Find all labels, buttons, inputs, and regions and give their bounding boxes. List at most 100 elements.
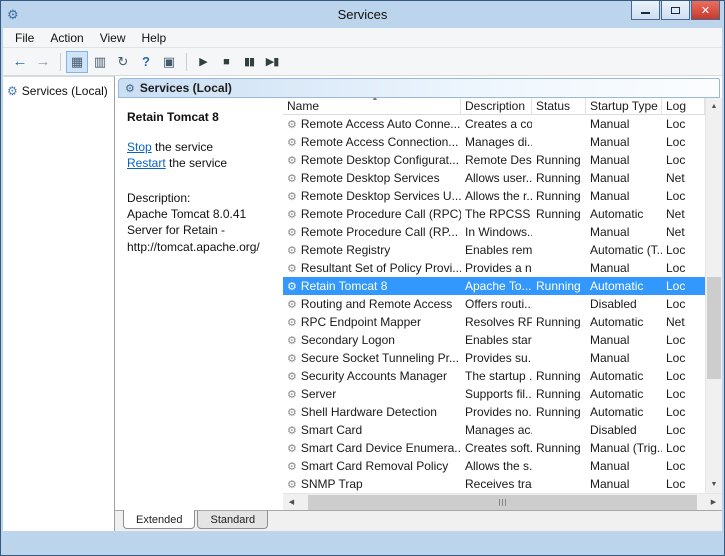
export-list-button[interactable]: ▥	[89, 51, 111, 73]
service-startup-type-cell: Manual	[586, 117, 662, 131]
pause-service-button[interactable]: ▮▮	[238, 51, 260, 73]
service-gear-icon: ⚙	[287, 208, 297, 221]
service-name-cell: Remote Desktop Services U...	[301, 189, 461, 203]
vertical-scrollbar[interactable]: ▲ ▼	[705, 98, 722, 493]
table-row[interactable]: ⚙ Remote Access Connection... Manages di…	[283, 133, 705, 151]
scroll-up-arrow[interactable]: ▲	[706, 98, 722, 115]
service-startup-type-cell: Manual	[586, 225, 662, 239]
service-startup-type-cell: Disabled	[586, 297, 662, 311]
service-description-cell: Allows user...	[461, 171, 532, 185]
table-row[interactable]: ⚙ Security Accounts Manager The startup …	[283, 367, 705, 385]
restart-service-link[interactable]: Restart	[127, 156, 166, 170]
tree-item-services-local[interactable]: ⚙ Services (Local)	[3, 82, 114, 100]
table-row[interactable]: ⚙ RPC Endpoint Mapper Resolves RP... Run…	[283, 313, 705, 331]
service-startup-type-cell: Manual	[586, 351, 662, 365]
service-gear-icon: ⚙	[287, 136, 297, 149]
table-row[interactable]: ⚙ Remote Procedure Call (RP... In Window…	[283, 223, 705, 241]
horizontal-scroll-thumb[interactable]	[308, 495, 697, 510]
menu-file[interactable]: File	[7, 29, 42, 47]
service-description-cell: Manages ac...	[461, 423, 532, 437]
service-description-cell: The RPCSS ...	[461, 207, 532, 221]
service-name-cell: Retain Tomcat 8	[301, 279, 388, 293]
vertical-scroll-thumb[interactable]	[707, 277, 721, 378]
service-name-cell: Resultant Set of Policy Provi...	[301, 261, 461, 275]
service-gear-icon: ⚙	[287, 244, 297, 257]
service-description-cell: Provides a n...	[461, 261, 532, 275]
service-status-cell: Running	[532, 279, 586, 293]
horizontal-scrollbar[interactable]: ◀ ▶	[283, 493, 722, 510]
scroll-right-arrow[interactable]: ▶	[705, 494, 722, 511]
table-row[interactable]: ⚙ Remote Registry Enables rem... Automat…	[283, 241, 705, 259]
scroll-grip	[502, 499, 503, 506]
properties-button[interactable]: ▣	[158, 51, 180, 73]
close-button[interactable]: ✕	[691, 1, 720, 20]
service-log-on-as-cell: Net	[662, 315, 705, 329]
menu-view[interactable]: View	[92, 29, 134, 47]
scroll-down-arrow[interactable]: ▼	[706, 476, 722, 493]
service-log-on-as-cell: Net	[662, 225, 705, 239]
table-row[interactable]: ⚙ Remote Desktop Configurat... Remote De…	[283, 151, 705, 169]
table-row[interactable]: ⚙ Remote Desktop Services U... Allows th…	[283, 187, 705, 205]
minimize-button[interactable]	[631, 1, 660, 20]
column-header-log-on-as[interactable]: Log	[662, 98, 705, 114]
service-log-on-as-cell: Loc	[662, 387, 705, 401]
pane-header: ⚙ Services (Local)	[118, 78, 720, 98]
maximize-button[interactable]	[661, 1, 690, 20]
table-row[interactable]: ⚙ Shell Hardware Detection Provides no..…	[283, 403, 705, 421]
console-tree-pane: ⚙ Services (Local)	[3, 76, 115, 531]
tab-extended[interactable]: Extended	[123, 510, 195, 529]
table-row[interactable]: ⚙ Remote Procedure Call (RPC) The RPCSS …	[283, 205, 705, 223]
table-row[interactable]: ⚙ Routing and Remote Access Offers routi…	[283, 295, 705, 313]
table-row[interactable]: ⚙ Smart Card Device Enumera... Creates s…	[283, 439, 705, 457]
service-gear-icon: ⚙	[287, 370, 297, 383]
start-service-button[interactable]: ▶	[192, 51, 214, 73]
show-console-tree-button[interactable]: ▦	[66, 51, 88, 73]
service-name-cell: Security Accounts Manager	[301, 369, 447, 383]
service-name-cell: Remote Access Connection...	[301, 135, 458, 149]
table-row[interactable]: ⚙ Remote Desktop Services Allows user...…	[283, 169, 705, 187]
view-tabs: Extended Standard	[115, 510, 722, 531]
stop-service-button[interactable]: ■	[215, 51, 237, 73]
table-row[interactable]: ⚙ SNMP Trap Receives tra... Manual Loc	[283, 475, 705, 493]
service-startup-type-cell: Automatic	[586, 387, 662, 401]
table-row[interactable]: ⚙ Smart Card Removal Policy Allows the s…	[283, 457, 705, 475]
services-window: ⚙ Services ✕ File Action View Help ←→▦▥↻…	[0, 0, 725, 556]
table-row[interactable]: ⚙ Resultant Set of Policy Provi... Provi…	[283, 259, 705, 277]
service-gear-icon: ⚙	[287, 190, 297, 203]
stop-service-link[interactable]: Stop	[127, 140, 152, 154]
menu-action[interactable]: Action	[42, 29, 91, 47]
horizontal-scroll-track[interactable]	[300, 494, 705, 511]
service-status-cell: Running	[532, 369, 586, 383]
service-status-cell: Running	[532, 405, 586, 419]
table-row[interactable]: ⚙ Smart Card Manages ac... Disabled Loc	[283, 421, 705, 439]
table-row[interactable]: ⚙ Retain Tomcat 8 Apache To... Running A…	[283, 277, 705, 295]
selected-service-name: Retain Tomcat 8	[127, 110, 277, 124]
back-button[interactable]: ←	[9, 51, 31, 73]
service-name-cell: Remote Desktop Services	[301, 171, 440, 185]
tab-standard[interactable]: Standard	[197, 511, 268, 529]
forward-button[interactable]: →	[32, 51, 54, 73]
menu-help[interactable]: Help	[134, 29, 175, 47]
column-header-startup-type[interactable]: Startup Type	[586, 98, 662, 114]
scroll-left-arrow[interactable]: ◀	[283, 494, 300, 511]
table-row[interactable]: ⚙ Secure Socket Tunneling Pr... Provides…	[283, 349, 705, 367]
vertical-scroll-track[interactable]	[706, 115, 722, 476]
refresh-button[interactable]: ↻	[112, 51, 134, 73]
table-header: ▲ Name Description Status Startup Type L…	[283, 98, 705, 115]
minimize-icon	[641, 12, 650, 14]
table-row[interactable]: ⚙ Server Supports fil... Running Automat…	[283, 385, 705, 403]
column-header-status[interactable]: Status	[532, 98, 586, 114]
service-status-cell: Running	[532, 189, 586, 203]
restart-service-button[interactable]: ▶▮	[261, 51, 283, 73]
tree-item-label: Services (Local)	[22, 84, 108, 98]
help-button[interactable]: ?	[135, 51, 157, 73]
service-log-on-as-cell: Loc	[662, 441, 705, 455]
service-startup-type-cell: Manual	[586, 333, 662, 347]
column-header-description[interactable]: Description	[461, 98, 532, 114]
table-row[interactable]: ⚙ Secondary Logon Enables star... Manual…	[283, 331, 705, 349]
service-startup-type-cell: Automatic	[586, 315, 662, 329]
column-header-name[interactable]: ▲ Name	[283, 98, 461, 114]
service-startup-type-cell: Manual	[586, 261, 662, 275]
table-row[interactable]: ⚙ Remote Access Auto Conne... Creates a …	[283, 115, 705, 133]
service-name-cell: Secure Socket Tunneling Pr...	[301, 351, 459, 365]
